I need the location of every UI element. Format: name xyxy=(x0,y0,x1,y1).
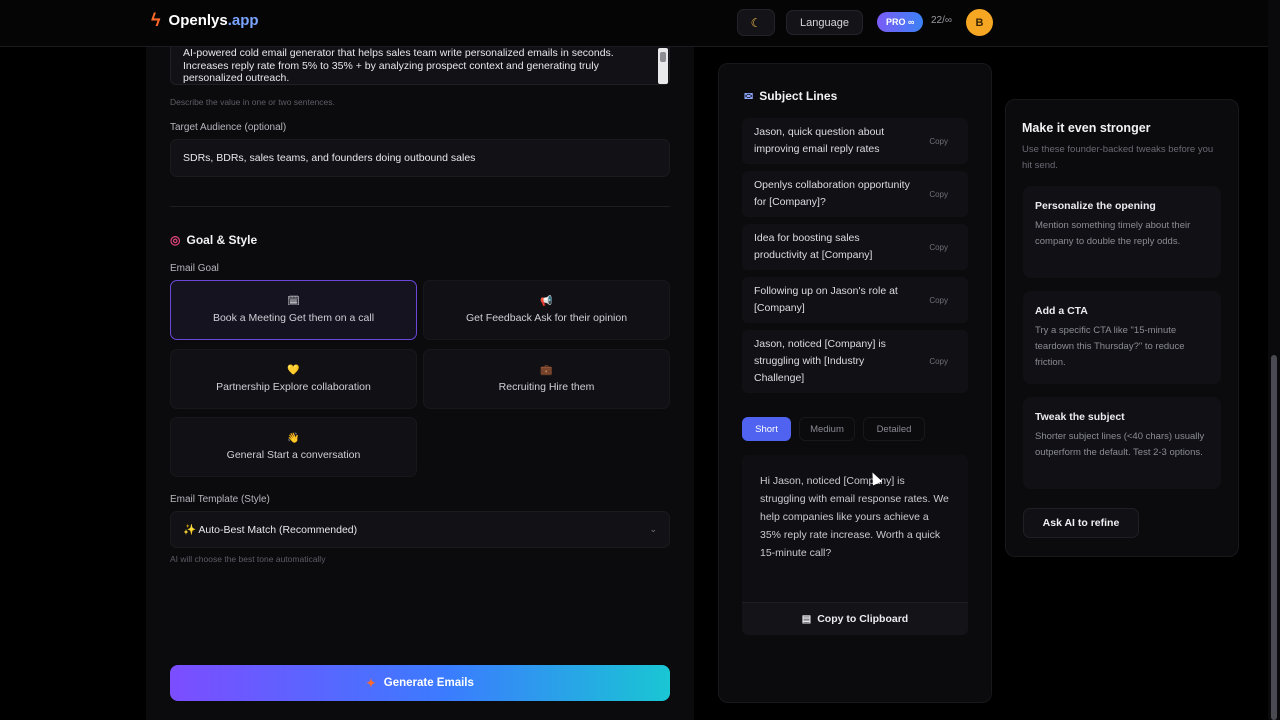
goal-label: Partnership Explore collaboration xyxy=(216,380,371,393)
tip-body: Mention something timely about their com… xyxy=(1035,220,1191,247)
copy-subject-button[interactable]: Copy xyxy=(929,133,948,150)
template-label: Email Template (Style) xyxy=(170,494,270,505)
tip-title: Add a CTA xyxy=(1035,305,1088,317)
template-select[interactable]: ✨ Auto-Best Match (Recommended) ⌄ xyxy=(170,511,670,548)
subject-line-item[interactable]: Openlys collaboration opportunity for [C… xyxy=(742,171,968,217)
calendar-icon: 🗓 xyxy=(287,295,300,307)
credits-counter: 22/∞ xyxy=(931,15,953,26)
language-button[interactable]: Language xyxy=(786,10,863,35)
target-icon: ◎ xyxy=(170,233,181,247)
textarea-scrollbar[interactable] xyxy=(658,48,668,84)
email-goal-label: Email Goal xyxy=(170,263,219,274)
copy-subject-button[interactable]: Copy xyxy=(929,353,948,370)
heart-icon: 💛 xyxy=(287,364,300,376)
subject-line-item[interactable]: Idea for boosting sales productivity at … xyxy=(742,224,968,270)
copy-clipboard-label: Copy to Clipboard xyxy=(817,613,909,625)
audience-label: Target Audience (optional) xyxy=(170,122,287,133)
app-logo[interactable]: ϟ Openlys.app xyxy=(151,11,259,29)
tip-card: Personalize the opening Mention somethin… xyxy=(1023,186,1221,278)
megaphone-icon: 📢 xyxy=(540,295,553,307)
tip-body: Shorter subject lines (<40 chars) usuall… xyxy=(1035,431,1205,458)
value-prop-hint: Describe the value in one or two sentenc… xyxy=(170,97,335,107)
goal-style-title: Goal & Style xyxy=(186,233,258,247)
tip-body: Try a specific CTA like "15-minute teard… xyxy=(1035,325,1185,368)
copy-subject-button[interactable]: Copy xyxy=(929,186,948,203)
goal-option-general[interactable]: 👋 General Start a conversation xyxy=(170,417,417,477)
copy-subject-button[interactable]: Copy xyxy=(929,239,948,256)
subject-lines-heading: ✉ Subject Lines xyxy=(744,89,837,103)
goal-option-book-meeting[interactable]: 🗓 Book a Meeting Get them on a call xyxy=(170,280,417,340)
sparkle-icon: ✦ xyxy=(366,678,376,690)
subject-line-item[interactable]: Following up on Jason's role at [Company… xyxy=(742,277,968,323)
page-scroll-thumb[interactable] xyxy=(1271,355,1277,720)
logo-tld: .app xyxy=(227,11,259,29)
subject-line-text: Jason, quick question about improving em… xyxy=(754,126,885,155)
logo-name: Openlys xyxy=(168,11,228,29)
tips-subtitle: Use these founder-backed tweaks before y… xyxy=(1022,144,1214,171)
tip-title: Tweak the subject xyxy=(1035,411,1125,423)
copy-subject-button[interactable]: Copy xyxy=(929,292,948,309)
subject-line-text: Jason, noticed [Company] is struggling w… xyxy=(754,338,886,384)
goal-label: Get Feedback Ask for their opinion xyxy=(465,311,628,324)
subject-line-text: Following up on Jason's role at [Company… xyxy=(754,285,898,314)
value-prop-textarea[interactable]: AI-powered cold email generator that hel… xyxy=(170,47,670,85)
bolt-icon: ϟ xyxy=(151,10,161,30)
chevron-down-icon: ⌄ xyxy=(649,524,657,534)
tip-card: Add a CTA Try a specific CTA like "15-mi… xyxy=(1023,291,1221,384)
theme-toggle-button[interactable]: ☾ xyxy=(737,9,775,36)
avatar[interactable]: B xyxy=(966,9,993,36)
goal-option-get-feedback[interactable]: 📢 Get Feedback Ask for their opinion xyxy=(423,280,670,340)
generate-emails-button[interactable]: ✦ Generate Emails xyxy=(170,665,670,701)
tips-title: Make it even stronger xyxy=(1022,121,1151,135)
tip-title: Personalize the opening xyxy=(1035,200,1156,212)
generate-label: Generate Emails xyxy=(383,677,474,689)
pro-badge: PRO ∞ xyxy=(877,12,924,32)
moon-icon: ☾ xyxy=(750,15,762,30)
goal-label: General Start a conversation xyxy=(226,448,361,461)
goal-option-partnership[interactable]: 💛 Partnership Explore collaboration xyxy=(170,349,417,409)
subject-lines-title: Subject Lines xyxy=(759,89,838,103)
briefcase-icon: 💼 xyxy=(540,364,553,376)
subject-line-text: Idea for boosting sales productivity at … xyxy=(754,232,873,261)
goal-label: Book a Meeting Get them on a call xyxy=(212,311,375,324)
copy-to-clipboard-button[interactable]: ▤ Copy to Clipboard xyxy=(742,602,968,635)
waving-hand-icon: 👋 xyxy=(287,432,300,444)
section-divider xyxy=(170,206,670,207)
tab-short[interactable]: Short xyxy=(742,417,791,441)
tip-card: Tweak the subject Shorter subject lines … xyxy=(1023,397,1221,489)
textarea-scroll-thumb[interactable] xyxy=(660,52,666,62)
template-hint: AI will choose the best tone automatical… xyxy=(170,554,326,564)
subject-line-text: Openlys collaboration opportunity for [C… xyxy=(754,179,910,208)
tab-medium[interactable]: Medium xyxy=(799,417,855,441)
ask-ai-refine-button[interactable]: Ask AI to refine xyxy=(1023,508,1139,538)
clipboard-icon: ▤ xyxy=(801,613,812,625)
template-selected-value: ✨ Auto-Best Match (Recommended) xyxy=(183,524,358,536)
email-preview[interactable]: Hi Jason, noticed [Company] is strugglin… xyxy=(742,455,968,602)
goal-option-recruiting[interactable]: 💼 Recruiting Hire them xyxy=(423,349,670,409)
subject-line-item[interactable]: Jason, quick question about improving em… xyxy=(742,118,968,164)
envelope-icon: ✉ xyxy=(744,90,754,103)
tab-detailed[interactable]: Detailed xyxy=(863,417,925,441)
goal-style-heading: ◎ Goal & Style xyxy=(170,233,257,247)
audience-input[interactable]: SDRs, BDRs, sales teams, and founders do… xyxy=(170,139,670,177)
subject-line-item[interactable]: Jason, noticed [Company] is struggling w… xyxy=(742,330,968,393)
goal-label: Recruiting Hire them xyxy=(498,380,595,393)
